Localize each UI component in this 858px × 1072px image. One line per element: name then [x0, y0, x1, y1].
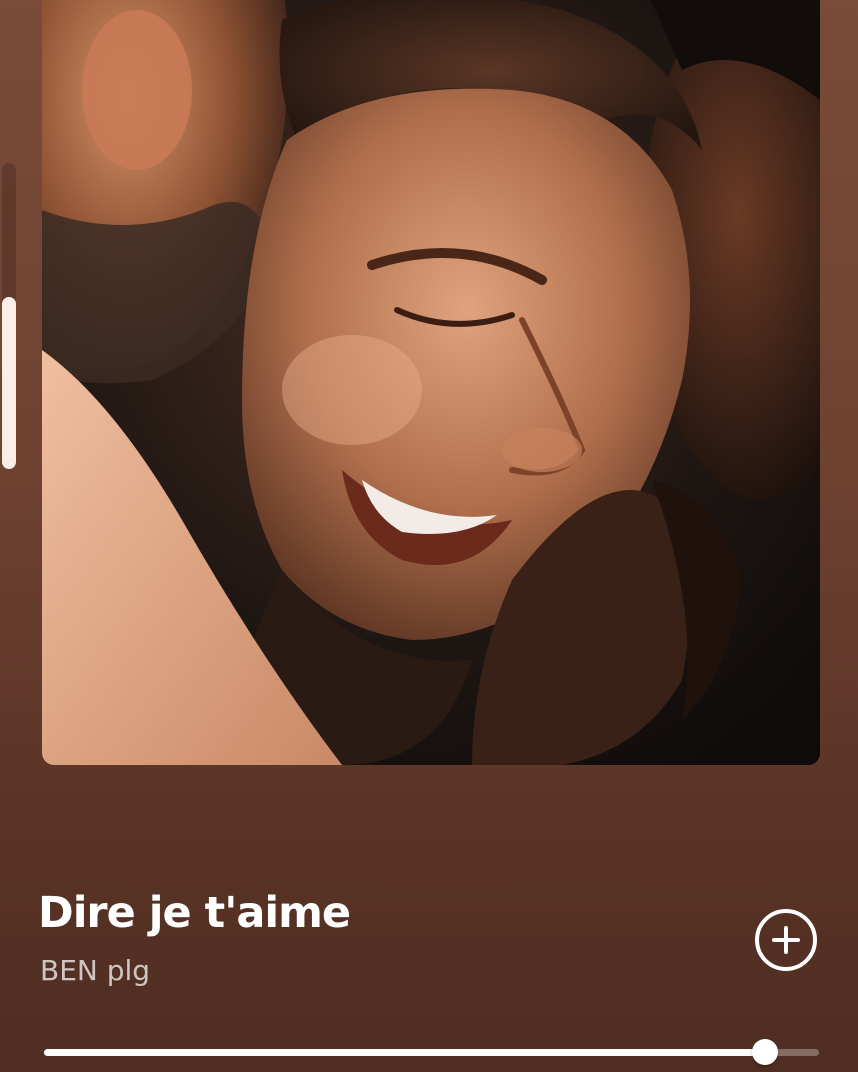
track-title: Dire je t'aime	[38, 888, 351, 938]
story-progress-fill	[2, 297, 16, 469]
now-playing-screen: Dire je t'aime BEN plg	[0, 0, 858, 1072]
add-to-library-button[interactable]	[755, 909, 817, 971]
track-artist[interactable]: BEN plg	[40, 950, 150, 992]
scrubber-progress	[44, 1049, 765, 1056]
album-artwork-image	[42, 0, 820, 765]
playback-scrubber[interactable]	[44, 1038, 819, 1068]
scrubber-handle[interactable]	[752, 1039, 778, 1065]
album-artwork[interactable]	[42, 0, 820, 765]
